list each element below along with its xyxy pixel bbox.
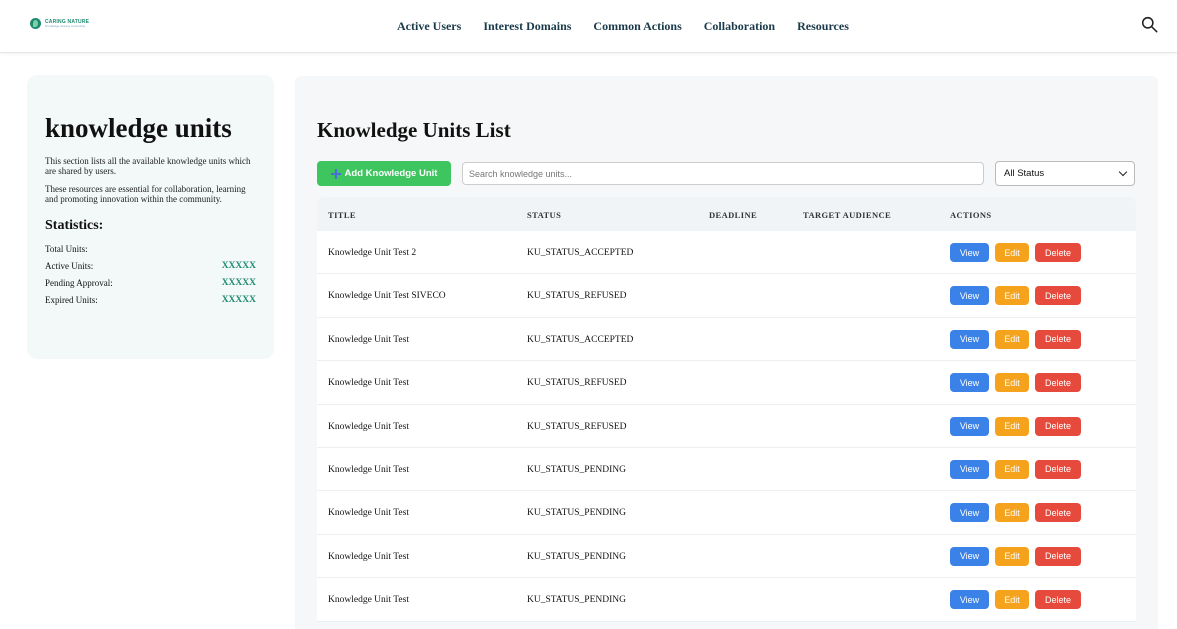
edit-button[interactable]: Edit <box>995 373 1029 393</box>
statistics-title: Statistics: <box>45 218 104 234</box>
edit-button[interactable]: Edit <box>995 590 1029 610</box>
stat-total-units: Total Units: <box>45 244 256 261</box>
nav-common-actions[interactable]: Common Actions <box>593 19 681 34</box>
table-row: Knowledge Unit Test KU_STATUS_PENDING View… <box>317 491 1136 535</box>
delete-button[interactable]: Delete <box>1035 590 1081 610</box>
edit-button[interactable]: Edit <box>995 459 1029 479</box>
nav-active-users[interactable]: Active Users <box>397 19 461 34</box>
edit-button[interactable]: Edit <box>995 503 1029 523</box>
delete-button[interactable]: Delete <box>1035 286 1081 306</box>
stat-value: XXXXX <box>221 278 256 289</box>
view-button[interactable]: View <box>950 503 989 523</box>
search-icon[interactable] <box>1141 16 1158 33</box>
stat-value: XXXXX <box>221 261 256 272</box>
unit-status: KU_STATUS_REFUSED <box>527 421 627 432</box>
column-header-target-audience[interactable]: TARGET AUDIENCE <box>803 210 891 220</box>
unit-title: Knowledge Unit Test <box>328 595 409 606</box>
stat-expired-units: Expired Units: XXXXX <box>45 295 256 312</box>
logo-subtitle: knowledge sharing community <box>45 23 86 28</box>
stat-value: XXXXX <box>221 295 256 306</box>
stat-label: Total Units: <box>45 244 88 255</box>
unit-title: Knowledge Unit Test <box>328 378 409 389</box>
nav-resources[interactable]: Resources <box>797 19 849 34</box>
unit-title: Knowledge Unit Test <box>328 464 409 475</box>
view-button[interactable]: View <box>950 243 989 262</box>
unit-status: KU_STATUS_PENDING <box>527 464 626 475</box>
knowledge-units-table: TITLE STATUS DEADLINE TARGET AUDIENCE AC… <box>317 197 1136 622</box>
nav-interest-domains[interactable]: Interest Domains <box>483 19 571 34</box>
table-row: Knowledge Unit Test KU_STATUS_PENDING View… <box>317 447 1136 492</box>
table-row: Knowledge Unit Test KU_STATUS_REFUSED View… <box>317 404 1136 448</box>
view-button[interactable]: View <box>950 459 989 479</box>
table-row: Knowledge Unit Test SIVECO KU_STATUS_REFU… <box>317 274 1136 318</box>
status-filter-value: All Status <box>1004 168 1045 179</box>
edit-button[interactable]: Edit <box>995 329 1029 349</box>
logo[interactable]: CARING NATURE knowledge sharing communit… <box>30 18 89 29</box>
info-sidebar: knowledge units This section lists all t… <box>27 75 274 359</box>
view-button[interactable]: View <box>950 416 989 436</box>
chevron-down-icon <box>1118 167 1128 177</box>
sidebar-description: This section lists all the available kno… <box>45 156 251 177</box>
delete-button[interactable]: Delete <box>1035 329 1081 349</box>
edit-button[interactable]: Edit <box>995 243 1029 262</box>
stat-label: Pending Approval: <box>45 278 113 289</box>
view-button[interactable]: View <box>950 286 989 306</box>
delete-button[interactable]: Delete <box>1035 416 1081 436</box>
unit-status: KU_STATUS_ACCEPTED <box>527 248 634 258</box>
unit-status: KU_STATUS_REFUSED <box>527 291 627 302</box>
stat-label: Expired Units: <box>45 295 98 306</box>
unit-title: Knowledge Unit Test SIVECO <box>328 291 446 302</box>
sidebar-title: knowledge units <box>45 113 232 143</box>
table-row: Knowledge Unit Test KU_STATUS_PENDING View… <box>317 578 1136 622</box>
table-row: Knowledge Unit Test 2 KU_STATUS_ACCEPTED V… <box>317 231 1136 275</box>
leaf-logo-icon <box>30 18 41 29</box>
view-button[interactable]: View <box>950 546 989 566</box>
delete-button[interactable]: Delete <box>1035 373 1081 393</box>
nav-collaboration[interactable]: Collaboration <box>704 19 775 34</box>
view-button[interactable]: View <box>950 590 989 610</box>
unit-status: KU_STATUS_ACCEPTED <box>527 334 634 345</box>
unit-status: KU_STATUS_PENDING <box>527 595 626 606</box>
table-body: Knowledge Unit Test 2 KU_STATUS_ACCEPTED V… <box>317 231 1136 622</box>
table-row: Knowledge Unit Test KU_STATUS_PENDING View… <box>317 534 1136 579</box>
table-row: Knowledge Unit Test KU_STATUS_ACCEPTED Vie… <box>317 317 1136 362</box>
search-input[interactable] <box>462 162 984 185</box>
unit-title: Knowledge Unit Test <box>328 551 409 562</box>
unit-status: KU_STATUS_REFUSED <box>527 378 627 389</box>
view-button[interactable]: View <box>950 329 989 349</box>
delete-button[interactable]: Delete <box>1035 546 1081 566</box>
delete-button[interactable]: Delete <box>1035 459 1081 479</box>
edit-button[interactable]: Edit <box>995 286 1029 306</box>
column-header-title[interactable]: TITLE <box>328 210 356 220</box>
unit-title: Knowledge Unit Test <box>328 334 409 345</box>
main-nav: Active Users Interest Domains Common Act… <box>397 19 849 34</box>
unit-title: Knowledge Unit Test 2 <box>328 248 417 258</box>
plus-icon <box>330 168 341 179</box>
main-panel: Knowledge Units List Add Knowledge Unit … <box>295 76 1158 629</box>
column-header-deadline[interactable]: DEADLINE <box>709 210 757 220</box>
edit-button[interactable]: Edit <box>995 546 1029 566</box>
table-header: TITLE STATUS DEADLINE TARGET AUDIENCE AC… <box>317 197 1136 231</box>
add-knowledge-unit-button[interactable]: Add Knowledge Unit <box>317 161 451 186</box>
top-header: CARING NATURE knowledge sharing communit… <box>0 0 1177 53</box>
unit-status: KU_STATUS_PENDING <box>527 508 626 519</box>
status-filter-select[interactable]: All Status <box>995 161 1135 186</box>
delete-button[interactable]: Delete <box>1035 503 1081 523</box>
unit-title: Knowledge Unit Test <box>328 421 409 432</box>
stat-active-units: Active Units: XXXXX <box>45 261 256 278</box>
stat-pending-approval: Pending Approval: XXXXX <box>45 278 256 295</box>
page-title: Knowledge Units List <box>317 118 511 142</box>
stat-label: Active Units: <box>45 261 94 272</box>
edit-button[interactable]: Edit <box>995 416 1029 436</box>
view-button[interactable]: View <box>950 373 989 393</box>
unit-status: KU_STATUS_PENDING <box>527 551 626 562</box>
table-row: Knowledge Unit Test KU_STATUS_REFUSED View… <box>317 361 1136 405</box>
add-button-label: Add Knowledge Unit <box>344 168 438 179</box>
column-header-status[interactable]: STATUS <box>527 210 561 220</box>
delete-button[interactable]: Delete <box>1035 243 1081 262</box>
sidebar-description-2: These resources are essential for collab… <box>45 183 246 205</box>
unit-title: Knowledge Unit Test <box>328 508 409 519</box>
column-header-actions: ACTIONS <box>950 210 992 220</box>
